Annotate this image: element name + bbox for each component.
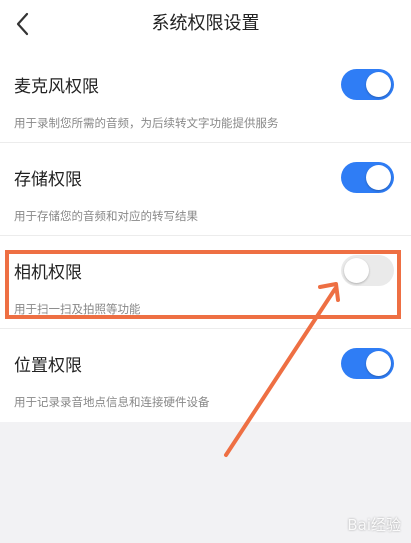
permission-item-location: 位置权限 用于记录录音地点信息和连接硬件设备 bbox=[0, 329, 411, 422]
permission-description: 用于存储您的音频和对应的转写结果 bbox=[14, 209, 198, 223]
page-title: 系统权限设置 bbox=[151, 13, 260, 34]
toggle-knob bbox=[344, 258, 369, 283]
permission-title: 位置权限 bbox=[14, 356, 82, 376]
permission-list: 麦克风权限 用于录制您所需的音频，为后续转文字功能提供服务 存储权限 用于存储您… bbox=[0, 50, 411, 422]
permission-title: 存储权限 bbox=[14, 170, 82, 190]
permission-item-microphone: 麦克风权限 用于录制您所需的音频，为后续转文字功能提供服务 bbox=[0, 50, 411, 143]
permission-title: 相机权限 bbox=[14, 263, 82, 283]
toggle-knob bbox=[366, 351, 391, 376]
permission-title: 麦克风权限 bbox=[14, 77, 99, 97]
permission-description: 用于录制您所需的音频，为后续转文字功能提供服务 bbox=[14, 116, 279, 130]
toggle-knob bbox=[366, 72, 391, 97]
permission-description: 用于记录录音地点信息和连接硬件设备 bbox=[14, 395, 210, 409]
microphone-toggle[interactable] bbox=[341, 69, 394, 100]
permission-item-camera: 相机权限 用于扫一扫及拍照等功能 bbox=[0, 236, 411, 329]
permission-item-storage: 存储权限 用于存储您的音频和对应的转写结果 bbox=[0, 143, 411, 236]
location-toggle[interactable] bbox=[341, 348, 394, 379]
permissions-screen: 系统权限设置 麦克风权限 用于录制您所需的音频，为后续转文字功能提供服务 存储权… bbox=[0, 0, 411, 543]
camera-toggle[interactable] bbox=[341, 255, 394, 286]
toggle-knob bbox=[366, 165, 391, 190]
storage-toggle[interactable] bbox=[341, 162, 394, 193]
top-bar: 系统权限设置 bbox=[0, 0, 411, 50]
permission-description: 用于扫一扫及拍照等功能 bbox=[14, 302, 141, 316]
watermark: Bai经验 bbox=[347, 516, 401, 534]
